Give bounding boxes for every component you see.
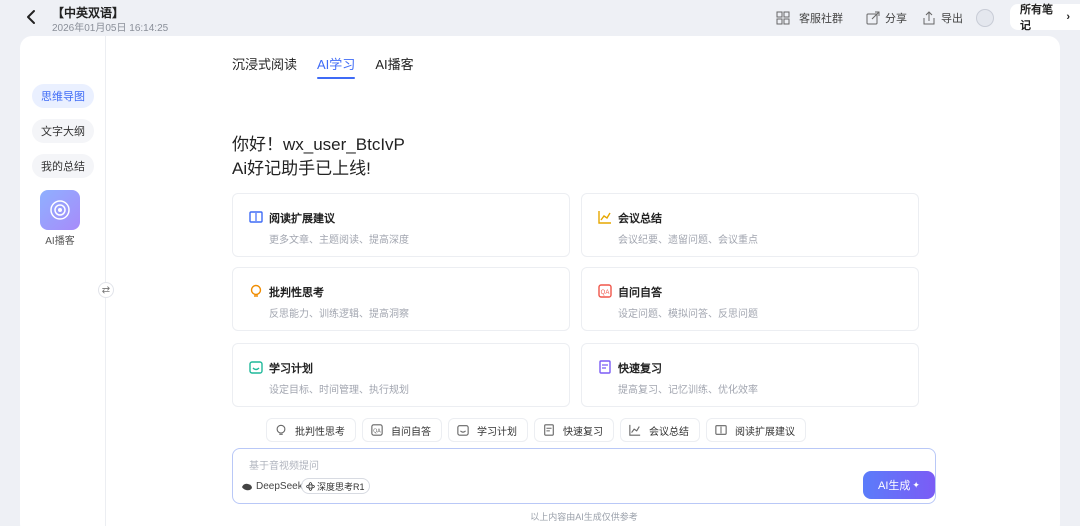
quick-prompt-chips: 批判性思考 QA 自问自答 学习计划 快速复习 会议总结 阅读扩展建议	[266, 418, 806, 442]
customer-community-button[interactable]: 客服社群	[776, 9, 843, 27]
card-desc: 反思能力、训练逻辑、提高洞察	[269, 309, 409, 320]
sidebar-item-mindmap[interactable]: 思维导图	[32, 84, 94, 108]
chip-meeting-summary[interactable]: 会议总结	[620, 418, 700, 442]
ai-disclaimer: 以上内容由AI生成仅供参考	[530, 512, 638, 522]
chip-label: 快速复习	[563, 426, 603, 438]
share-button[interactable]: 分享	[866, 9, 907, 27]
ai-podcast-label: AI播客	[45, 236, 75, 247]
grid-icon	[776, 11, 790, 25]
card-desc: 更多文章、主题阅读、提高深度	[269, 235, 409, 246]
sparkle-icon: ✦	[912, 479, 920, 490]
left-sidebar: 思维导图 文字大纲 我的总结 AI播客	[20, 36, 106, 526]
book-icon	[715, 425, 727, 435]
question-input[interactable]: 基于音视频提问 DeepSeek 深度思考R1 AI生成 ✦	[232, 448, 936, 504]
svg-text:QA: QA	[373, 429, 381, 435]
greeting-line-2: Ai好记助手已上线!	[232, 159, 371, 178]
review-icon	[599, 360, 611, 374]
chip-critical-thinking[interactable]: 批判性思考	[266, 418, 356, 442]
plan-icon	[249, 361, 263, 374]
book-icon	[249, 211, 263, 223]
sidebar-item-summary[interactable]: 我的总结	[32, 154, 94, 178]
card-desc: 设定问题、模拟问答、反思问题	[618, 309, 758, 320]
note-timestamp: 2026年01月05日 16:14:25	[52, 23, 169, 34]
card-desc: 会议纪要、遗留问题、会议重点	[618, 235, 758, 246]
ai-generate-label: AI生成	[878, 480, 911, 492]
bulb-icon	[250, 284, 262, 297]
customer-community-label: 客服社群	[799, 13, 843, 25]
chip-label: 批判性思考	[295, 426, 345, 438]
card-title: 会议总结	[618, 213, 662, 225]
export-label: 导出	[941, 13, 963, 25]
chevron-right-icon: ›	[1066, 11, 1070, 23]
sidebar-item-ai-podcast[interactable]	[40, 190, 80, 230]
avatar[interactable]	[976, 9, 994, 27]
deep-think-toggle[interactable]: 深度思考R1	[301, 478, 370, 494]
review-icon	[544, 424, 554, 436]
card-quick-review[interactable]: 快速复习 提高复习、记忆训练、优化效率	[581, 343, 919, 407]
tab-ai-learning[interactable]: AI学习	[317, 54, 356, 79]
all-notes-button[interactable]: 所有笔记 ›	[1010, 4, 1080, 32]
export-button[interactable]: 导出	[922, 9, 963, 27]
share-icon	[866, 11, 880, 25]
deep-think-label: 深度思考R1	[317, 481, 365, 492]
tab-ai-podcast[interactable]: AI播客	[375, 54, 413, 79]
sidebar-item-outline[interactable]: 文字大纲	[32, 119, 94, 143]
card-reading-extension[interactable]: 阅读扩展建议 更多文章、主题阅读、提高深度	[232, 193, 570, 257]
atom-icon	[306, 481, 315, 491]
chip-label: 自问自答	[391, 426, 431, 438]
chip-reading-extension[interactable]: 阅读扩展建议	[706, 418, 806, 442]
chip-quick-review[interactable]: 快速复习	[534, 418, 614, 442]
chart-icon	[629, 424, 641, 436]
chip-label: 学习计划	[477, 426, 517, 438]
card-self-qa[interactable]: QA 自问自答 设定问题、模拟问答、反思问题	[581, 267, 919, 331]
back-arrow-icon[interactable]	[24, 9, 40, 25]
bulb-icon	[276, 424, 286, 435]
export-icon	[923, 11, 935, 25]
card-title: 快速复习	[618, 363, 662, 375]
tab-immersive-reading[interactable]: 沉浸式阅读	[232, 54, 297, 79]
greeting-line-1: 你好！wx_user_BtcIvP	[232, 135, 405, 154]
chip-self-qa[interactable]: QA 自问自答	[362, 418, 442, 442]
qa-icon: QA	[598, 284, 612, 298]
card-title: 阅读扩展建议	[269, 213, 335, 225]
card-meeting-summary[interactable]: 会议总结 会议纪要、遗留问题、会议重点	[581, 193, 919, 257]
card-desc: 提高复习、记忆训练、优化效率	[618, 385, 758, 396]
chart-icon	[598, 211, 611, 224]
top-bar: 【中英双语】 2026年01月05日 16:14:25 客服社群 分享 导出 所…	[0, 0, 1080, 36]
all-notes-label: 所有笔记	[1020, 4, 1053, 32]
model-label: DeepSeek	[256, 481, 303, 492]
card-desc: 设定目标、时间管理、执行规划	[269, 385, 409, 396]
model-selector[interactable]: DeepSeek	[241, 481, 303, 492]
swap-icon[interactable]: ⇄	[98, 282, 114, 298]
chip-label: 阅读扩展建议	[735, 426, 795, 438]
card-study-plan[interactable]: 学习计划 设定目标、时间管理、执行规划	[232, 343, 570, 407]
main-panel: 思维导图 文字大纲 我的总结 AI播客 ⇄ 沉浸式阅读 AI学习 AI播客 你好…	[20, 36, 1060, 526]
chip-label: 会议总结	[649, 426, 689, 438]
card-title: 学习计划	[269, 363, 313, 375]
card-critical-thinking[interactable]: 批判性思考 反思能力、训练逻辑、提高洞察	[232, 267, 570, 331]
plan-icon	[457, 425, 469, 436]
chip-study-plan[interactable]: 学习计划	[448, 418, 528, 442]
share-label: 分享	[885, 13, 907, 25]
svg-text:QA: QA	[601, 290, 610, 296]
input-placeholder: 基于音视频提问	[249, 461, 319, 472]
podcast-icon	[50, 200, 70, 220]
card-title: 批判性思考	[269, 287, 324, 299]
qa-icon: QA	[371, 424, 383, 436]
whale-icon	[242, 483, 252, 490]
ai-generate-button[interactable]: AI生成 ✦	[863, 471, 935, 499]
card-title: 自问自答	[618, 287, 662, 299]
tab-bar: 沉浸式阅读 AI学习 AI播客	[232, 54, 414, 79]
